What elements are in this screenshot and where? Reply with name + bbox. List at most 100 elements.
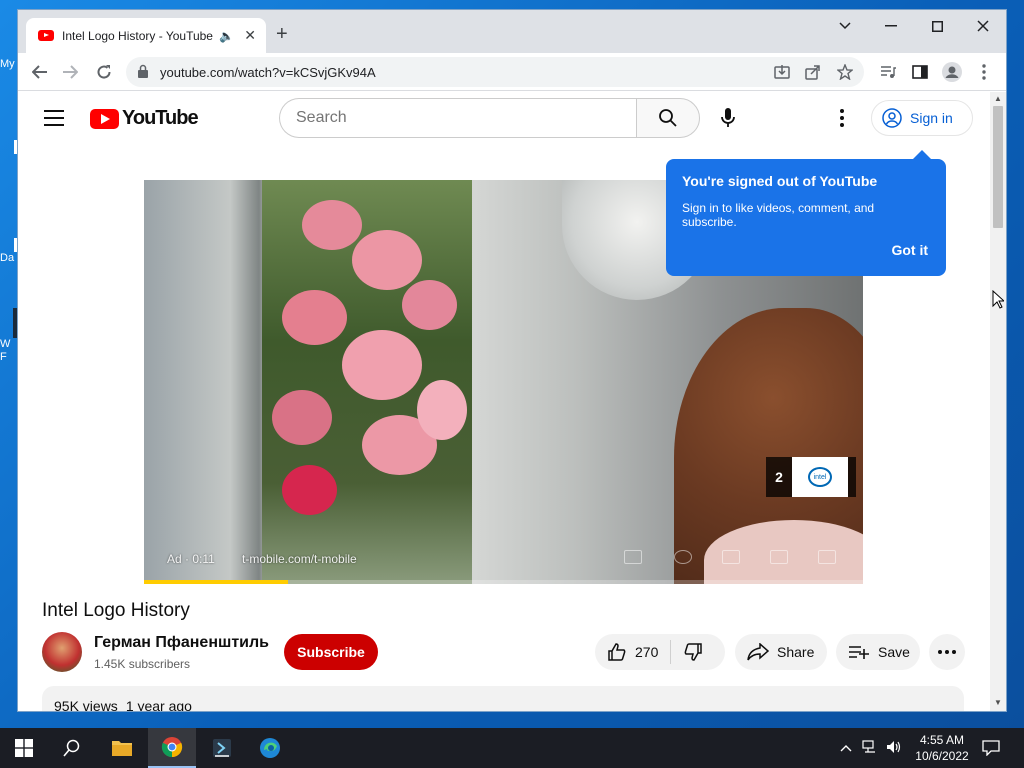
taskbar-search-button[interactable] [48, 728, 96, 768]
ad-label: Ad · 0:11 [167, 552, 215, 566]
tab-title: Intel Logo History - YouTube [62, 28, 213, 43]
miniplayer-icon[interactable] [722, 550, 740, 564]
close-window-button[interactable] [960, 10, 1006, 42]
desktop-icon[interactable]: Da [0, 238, 18, 265]
page-scrollbar[interactable]: ▲ ▼ [990, 92, 1006, 711]
back-icon[interactable] [28, 60, 52, 84]
playlist-add-icon [849, 646, 869, 659]
view-count: 95K views [54, 698, 118, 711]
forward-icon[interactable] [58, 60, 82, 84]
microphone-icon [721, 108, 735, 127]
theater-mode-icon[interactable] [770, 550, 788, 564]
advertiser-thumbnail: intel [792, 457, 848, 497]
minimize-button[interactable] [868, 10, 914, 42]
network-icon[interactable] [862, 739, 878, 757]
channel-avatar[interactable] [42, 632, 82, 672]
settings-icon[interactable] [674, 550, 692, 564]
maximize-button[interactable] [914, 10, 960, 42]
channel-name[interactable]: Герман Пфаненштиль [94, 634, 269, 652]
ad-progress-fill [144, 580, 288, 584]
desktop-icon[interactable]: WF [0, 308, 18, 364]
video-title: Intel Logo History [42, 600, 190, 621]
lock-icon [138, 64, 148, 78]
install-icon[interactable] [772, 62, 792, 82]
scrollbar-thumb[interactable] [993, 106, 1003, 228]
system-tray [840, 728, 902, 768]
start-button[interactable] [0, 728, 48, 768]
desktop-icon[interactable] [0, 140, 18, 156]
sign-in-button[interactable]: Sign in [871, 100, 973, 136]
volume-icon[interactable] [886, 740, 902, 757]
tab-search-chevron-icon[interactable] [822, 10, 868, 42]
chrome-icon [161, 737, 183, 758]
share-page-icon[interactable] [803, 62, 823, 82]
intel-logo-icon: intel [808, 467, 832, 487]
save-button[interactable]: Save [836, 634, 920, 670]
voice-search-button[interactable] [708, 98, 748, 138]
youtube-page: YouTube Sign in [18, 92, 990, 711]
video-frame-flowers [262, 180, 472, 584]
settings-kebab-icon[interactable] [830, 106, 854, 130]
captions-icon[interactable] [624, 550, 642, 564]
speaker-icon[interactable]: 🔈 [219, 29, 234, 43]
browser-window: Intel Logo History - YouTube 🔈 ✕ + youtu… [18, 10, 1006, 711]
search-button[interactable] [636, 98, 700, 138]
scroll-up-icon[interactable]: ▲ [994, 94, 1002, 103]
search-input[interactable] [279, 98, 637, 138]
browser-menu-icon[interactable] [972, 60, 996, 84]
guide-menu-icon[interactable] [44, 110, 64, 126]
browser-tab[interactable]: Intel Logo History - YouTube 🔈 ✕ [26, 18, 266, 53]
ad-count-number: 2 [775, 469, 783, 485]
youtube-logo[interactable]: YouTube [90, 107, 199, 130]
logo-text: YouTube [122, 107, 199, 129]
browser-toolbar: youtube.com/watch?v=kCSvjGKv94A [18, 53, 1006, 91]
side-panel-icon[interactable] [908, 60, 932, 84]
subscribe-button[interactable]: Subscribe [284, 634, 378, 670]
like-button[interactable]: 270 [595, 634, 670, 670]
chrome-taskbar-button[interactable] [148, 728, 196, 768]
share-button[interactable]: Share [735, 634, 827, 670]
taskbar-clock[interactable]: 4:55 AM 10/6/2022 [912, 732, 972, 764]
like-count: 270 [635, 644, 659, 660]
close-tab-icon[interactable]: ✕ [244, 27, 256, 44]
file-explorer-button[interactable] [98, 728, 146, 768]
thumbs-up-icon [608, 643, 626, 661]
ad-progress-bar[interactable] [144, 580, 863, 584]
reload-icon[interactable] [92, 60, 116, 84]
search-icon [659, 109, 677, 127]
clock-time: 4:55 AM [919, 733, 965, 747]
youtube-play-icon [90, 108, 119, 129]
windows-logo-icon [15, 739, 33, 757]
bookmark-star-icon[interactable] [835, 62, 855, 82]
upload-age: 1 year ago [125, 698, 192, 711]
app-taskbar-button[interactable] [198, 728, 246, 768]
edge-taskbar-button[interactable] [246, 728, 294, 768]
address-bar[interactable]: youtube.com/watch?v=kCSvjGKv94A [126, 57, 864, 87]
got-it-button[interactable]: Got it [891, 242, 928, 258]
profile-icon[interactable] [940, 60, 964, 84]
notifications-button[interactable] [968, 728, 1014, 768]
dislike-button[interactable] [671, 634, 715, 670]
taskbar: 4:55 AM 10/6/2022 [0, 728, 1024, 768]
new-tab-button[interactable]: + [276, 24, 288, 44]
download-app-icon [213, 739, 231, 757]
ad-link[interactable]: t-mobile.com/t-mobile [242, 552, 357, 566]
thumbs-down-icon [684, 643, 703, 661]
share-label: Share [777, 644, 815, 660]
notification-icon [982, 740, 1000, 756]
popup-title: You're signed out of YouTube [682, 173, 878, 189]
share-arrow-icon [747, 643, 769, 661]
like-dislike-group: 270 [595, 634, 725, 670]
search-icon [63, 739, 80, 757]
scroll-down-icon[interactable]: ▼ [994, 698, 1002, 707]
clock-date: 10/6/2022 [915, 749, 969, 763]
description-box[interactable]: 95K views 1 year ago [42, 686, 964, 711]
tray-chevron-icon[interactable] [840, 741, 852, 755]
signed-out-popup: You're signed out of YouTube Sign in to … [666, 150, 946, 276]
ad-count-badge[interactable]: 2 intel [766, 457, 856, 497]
more-actions-button[interactable] [929, 634, 965, 670]
desktop-icon-label[interactable]: My [0, 58, 18, 71]
fullscreen-icon[interactable] [818, 550, 836, 564]
sign-in-label: Sign in [910, 110, 953, 126]
media-control-icon[interactable] [876, 60, 900, 84]
